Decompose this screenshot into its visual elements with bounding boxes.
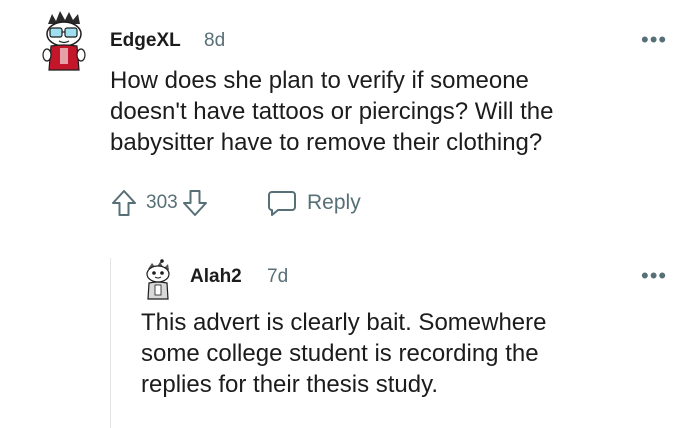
reply-timestamp[interactable]: 7d <box>267 266 288 288</box>
reply-avatar[interactable] <box>140 259 176 301</box>
reply-more-options-button[interactable]: ••• <box>641 265 667 287</box>
vote-bar: 303 <box>110 187 209 219</box>
snoo-avatar-icon <box>42 11 86 71</box>
vote-score: 303 <box>146 192 178 213</box>
upvote-arrow-icon <box>112 190 136 216</box>
comment-timestamp[interactable]: 8d <box>204 30 225 52</box>
thread-line[interactable] <box>110 258 111 428</box>
reply-text-line: replies for their thesis study. <box>141 371 439 398</box>
reply-text-line: some college student is recording the <box>141 340 539 367</box>
comment-text-line: How does she plan to verify if someone <box>110 67 529 94</box>
chat-bubble-icon <box>268 191 296 216</box>
downvote-arrow-icon <box>182 190 207 216</box>
reply-body: This advert is clearly bait. Somewhere s… <box>141 307 681 400</box>
comment-text-line: babysitter have to remove their clothing… <box>110 129 543 156</box>
downvote-button[interactable] <box>181 188 209 218</box>
comment-avatar[interactable] <box>34 8 96 74</box>
snoo-avatar-icon <box>146 259 170 300</box>
comment-body: How does she plan to verify if someone d… <box>110 65 670 158</box>
reply-text-line: This advert is clearly bait. Somewhere <box>141 309 547 336</box>
comment-text-line: doesn't have tattoos or piercings? Will … <box>110 98 554 125</box>
comment-username[interactable]: EdgeXL <box>110 30 181 52</box>
comment-more-options-button[interactable]: ••• <box>641 29 667 51</box>
reply-label: Reply <box>307 191 361 214</box>
reply-button[interactable]: Reply <box>266 187 361 219</box>
upvote-button[interactable] <box>110 188 138 218</box>
reply-username[interactable]: Alah2 <box>190 266 242 288</box>
